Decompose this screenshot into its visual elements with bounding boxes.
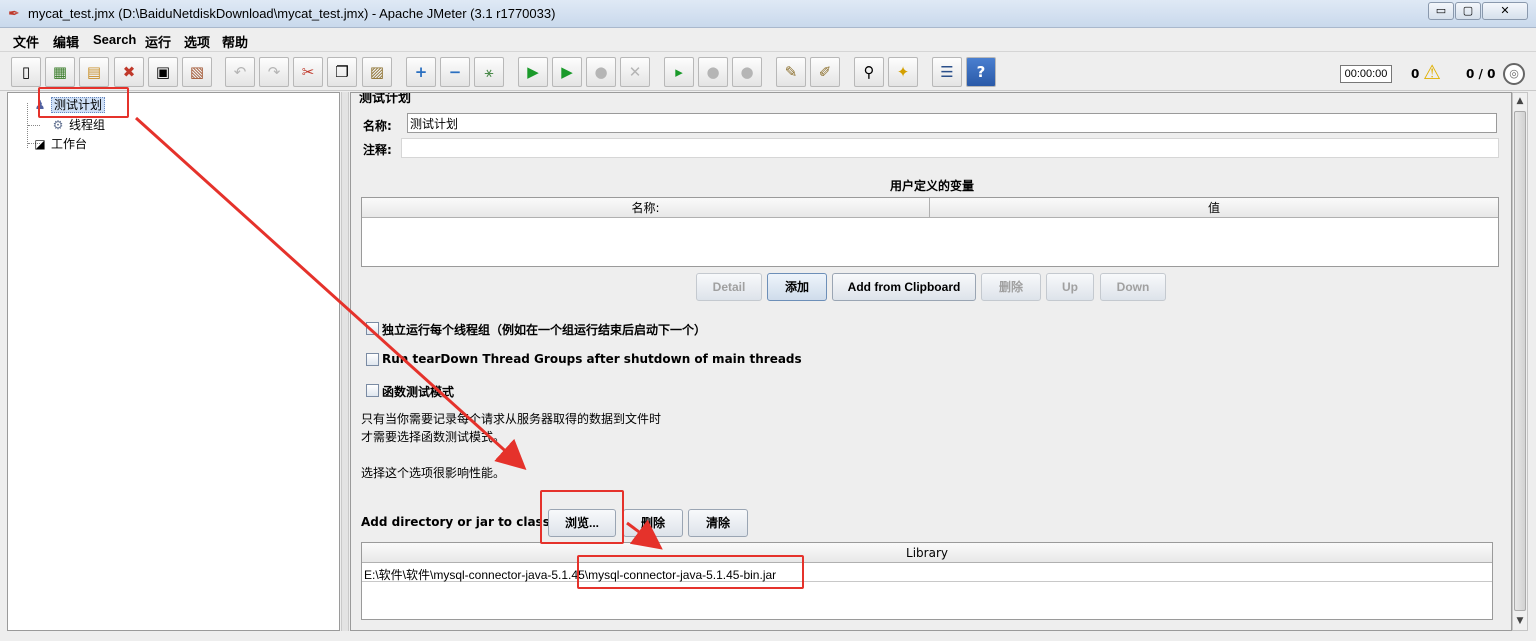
column-header-library[interactable]: Library [362,543,1492,563]
search-icon[interactable]: ⚲ [854,57,884,87]
down-button[interactable]: Down [1100,273,1166,301]
column-header-value[interactable]: 值 [930,198,1498,218]
teardown-on-shutdown-checkbox[interactable] [366,353,379,366]
remote-status-icon: ◎ [1503,63,1525,85]
user-variables-table[interactable]: 名称: 值 [361,197,1499,267]
error-count: 0 [1411,67,1420,81]
delete-variable-button[interactable]: 删除 [981,273,1041,301]
remote-start-icon[interactable]: ▸ [664,57,694,87]
new-icon[interactable]: ▯ [11,57,41,87]
scroll-thumb[interactable] [1514,111,1526,611]
remote-shutdown-icon[interactable]: ● [732,57,762,87]
name-field[interactable] [407,113,1497,133]
menu-bar: 文件 编辑 Search 运行 选项 帮助 [0,28,1536,52]
user-variables-title: 用户定义的变量 [889,179,974,193]
menu-file[interactable]: 文件 [13,32,39,51]
open-icon[interactable]: ▤ [79,57,109,87]
thread-group-icon: ⚙ [52,118,64,132]
start-icon[interactable]: ▶ [518,57,548,87]
workbench-icon: ◪ [34,137,46,151]
library-table[interactable]: Library E:\软件\软件\mysql-connector-java-5.… [361,542,1493,620]
table-row[interactable]: E:\软件\软件\mysql-connector-java-5.1.45\mys… [362,564,1492,582]
reset-search-icon[interactable]: ✦ [888,57,918,87]
title-bar: ✒ mycat_test.jmx (D:\BaiduNetdiskDownloa… [0,0,1536,28]
menu-run[interactable]: 运行 [145,32,171,51]
shutdown-icon[interactable]: ✕ [620,57,650,87]
serialize-threadgroups-label: 独立运行每个线程组（例如在一个组运行结束后启动下一个） [382,323,707,337]
maximize-button[interactable]: ▢ [1455,2,1481,20]
clear-classpath-button[interactable]: 清除 [688,509,748,537]
active-threads: 0 / 0 [1466,67,1496,81]
test-plan-panel: 测试计划 名称: 注释: 用户定义的变量 名称: 值 Detail 添加 Add… [350,92,1512,631]
annotation-box-jar [577,555,804,589]
split-pane-divider[interactable] [341,92,349,631]
comment-label: 注释: [363,143,392,157]
collapse-icon[interactable]: − [440,57,470,87]
comment-field[interactable] [401,138,1499,158]
minimize-button[interactable]: ▭ [1428,2,1454,20]
clear-icon[interactable]: ✎ [776,57,806,87]
elapsed-timer: 00:00:00 [1340,65,1392,83]
close-file-icon[interactable]: ✖ [114,57,144,87]
undo-icon[interactable]: ↶ [225,57,255,87]
panel-heading: 测试计划 [359,92,412,106]
delete-classpath-button[interactable]: 删除 [623,509,683,537]
annotation-box-browse [540,490,624,544]
cut-icon[interactable]: ✂ [293,57,323,87]
functional-mode-note-line1: 只有当你需要记录每个请求从服务器取得的数据到文件时 [361,412,662,426]
toolbar: ▯ ▦ ▤ ✖ ▣ ▧ ↶ ↷ ✂ ❐ ▨ + − ⚹ ▶ ▶ ● ✕ ▸ ● … [0,53,1536,91]
tree-item-label: 工作台 [51,137,88,151]
functional-mode-checkbox[interactable] [366,384,379,397]
name-label: 名称: [363,119,392,133]
menu-edit[interactable]: 编辑 [53,32,79,51]
tree-item-thread-group[interactable]: ⚙ 线程组 [50,116,105,133]
performance-note: 选择这个选项很影响性能。 [361,466,506,480]
window-title: mycat_test.jmx (D:\BaiduNetdiskDownload\… [28,6,556,21]
stop-icon[interactable]: ● [586,57,616,87]
column-header-name[interactable]: 名称: [362,198,930,218]
redo-icon[interactable]: ↷ [259,57,289,87]
detail-button[interactable]: Detail [696,273,762,301]
tree-item-label: 线程组 [69,118,106,132]
warning-icon[interactable]: ⚠ [1423,62,1441,82]
function-helper-icon[interactable]: ☰ [932,57,962,87]
menu-search[interactable]: Search [93,32,136,47]
annotation-box-test-plan [38,87,129,118]
save-as-icon[interactable]: ▧ [182,57,212,87]
teardown-on-shutdown-label: Run tearDown Thread Groups after shutdow… [382,352,802,366]
remote-stop-icon[interactable]: ● [698,57,728,87]
menu-help[interactable]: 帮助 [222,32,248,51]
copy-icon[interactable]: ❐ [327,57,357,87]
up-button[interactable]: Up [1046,273,1094,301]
paste-icon[interactable]: ▨ [362,57,392,87]
toggle-icon[interactable]: ⚹ [474,57,504,87]
start-no-pause-icon[interactable]: ▶ [552,57,582,87]
scroll-up-icon[interactable]: ▲ [1515,96,1525,108]
test-tree: ♟ 测试计划 ⚙ 线程组 ◪ 工作台 [7,92,340,631]
functional-mode-note-line2: 才需要选择函数测试模式。 [361,430,506,444]
scroll-down-icon[interactable]: ▼ [1515,616,1525,628]
expand-icon[interactable]: + [406,57,436,87]
menu-options[interactable]: 选项 [184,32,210,51]
templates-icon[interactable]: ▦ [45,57,75,87]
help-icon[interactable]: ? [966,57,996,87]
functional-mode-label: 函数测试模式 [382,385,455,399]
add-button[interactable]: 添加 [767,273,827,301]
jmeter-feather-icon: ✒ [8,6,20,22]
clear-all-icon[interactable]: ✐ [810,57,840,87]
add-from-clipboard-button[interactable]: Add from Clipboard [832,273,976,301]
panel-vertical-scrollbar[interactable]: ▲ ▼ [1512,92,1528,631]
close-window-button[interactable]: ✕ [1482,2,1528,20]
save-icon[interactable]: ▣ [148,57,178,87]
tree-item-workbench[interactable]: ◪ 工作台 [32,135,87,152]
serialize-threadgroups-checkbox[interactable] [366,322,379,335]
